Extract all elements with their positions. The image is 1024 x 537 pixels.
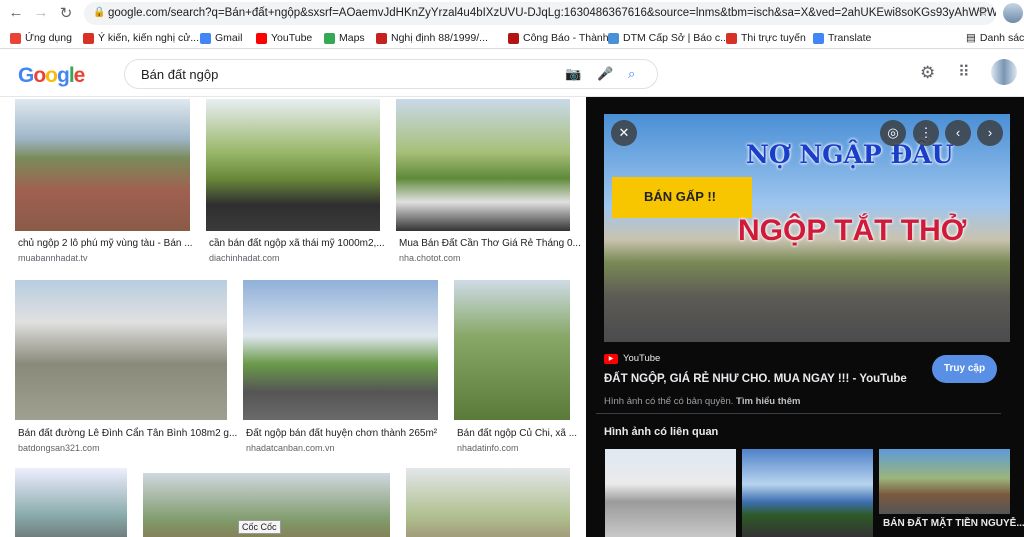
result-source[interactable]: nha.chotot.com: [399, 253, 461, 263]
related-heading: Hình ảnh có liên quan: [604, 426, 719, 438]
result-source[interactable]: nhadatcanban.com.vn: [246, 443, 335, 453]
back-icon[interactable]: ←: [7, 4, 25, 21]
google-logo[interactable]: Google: [18, 64, 85, 88]
result-caption[interactable]: Mua Bán Đất Cần Thơ Giá Rẻ Tháng 0...: [399, 238, 581, 249]
reload-icon[interactable]: ↻: [57, 4, 75, 22]
youtube-icon: [256, 32, 267, 44]
preview-panel: BÁN GẤP !! NỢ NGẬP ĐẦU NGỘP TẮT THỞ ✕ ◎ …: [586, 97, 1024, 537]
reading-list-label: Danh sách: [979, 32, 1024, 44]
related-image[interactable]: [605, 449, 736, 537]
bookmark-label: YouTube: [271, 32, 313, 44]
preview-title[interactable]: ĐẤT NGỘP, GIÁ RẺ NHƯ CHO. MUA NGAY !!! -…: [604, 373, 907, 385]
bookmark-item[interactable]: Nghị định 88/1999/...: [376, 32, 488, 44]
result-caption[interactable]: Bán đất ngộp Củ Chi, xã ...: [457, 428, 577, 439]
bookmark-item[interactable]: Translate: [813, 32, 871, 44]
result-image[interactable]: [243, 280, 438, 420]
overlay-badge: BÁN GẤP !!: [612, 177, 752, 218]
translate-icon: [813, 32, 824, 44]
tooltip: Cốc Cốc: [238, 520, 281, 534]
bookmark-item[interactable]: Gmail: [200, 32, 242, 44]
site-icon: [508, 32, 519, 44]
search-box[interactable]: Bán đất ngộp 📷 🎤 ⌕: [124, 59, 658, 89]
result-caption[interactable]: cần bán đất ngộp xã thái mỹ 1000m2,...: [209, 238, 385, 249]
apps-grid-icon[interactable]: ⠿: [958, 62, 970, 82]
bookmark-item[interactable]: Ứng dụng: [10, 32, 72, 44]
microphone-icon[interactable]: 🎤: [597, 66, 613, 82]
preview-image[interactable]: BÁN GẤP !! NỢ NGẬP ĐẦU NGỘP TẮT THỞ ✕ ◎ …: [604, 114, 1010, 342]
chevron-right-icon[interactable]: ›: [977, 120, 1003, 146]
result-source[interactable]: batdongsan321.com: [18, 443, 100, 453]
bookmark-item[interactable]: Công Báo - Thành...: [508, 32, 617, 44]
result-image[interactable]: [15, 280, 227, 420]
result-caption[interactable]: Đất ngộp bán đất huyện chơn thành 265m²: [246, 428, 437, 439]
related-image[interactable]: [742, 449, 873, 537]
result-source[interactable]: diachinhadat.com: [209, 253, 280, 263]
site-icon: [376, 32, 387, 44]
bookmark-label: Nghị định 88/1999/...: [391, 32, 488, 44]
learn-more-link[interactable]: Tìm hiểu thêm: [736, 396, 800, 407]
forward-icon[interactable]: →: [32, 4, 50, 21]
account-avatar[interactable]: [991, 59, 1017, 85]
visit-button[interactable]: Truy cập: [932, 355, 997, 383]
url-text: google.com/search?q=Bán+đất+ngộp&sxsrf=A…: [108, 7, 996, 19]
source-site[interactable]: ▶ YouTube: [604, 353, 660, 364]
bookmark-item[interactable]: Maps: [324, 32, 365, 44]
reading-list[interactable]: ▤Danh sách: [966, 32, 1024, 44]
copyright-notice: Hình ảnh có thể có bản quyền. Tìm hiểu t…: [604, 396, 800, 407]
divider: [596, 413, 1001, 414]
bookmark-label: DTM Cấp Sở | Báo c...: [623, 32, 729, 44]
overlay-text-bottom: NGỘP TẮT THỞ: [738, 214, 967, 247]
chevron-left-icon[interactable]: ‹: [945, 120, 971, 146]
copyright-text: Hình ảnh có thể có bản quyền.: [604, 396, 734, 407]
bookmark-label: Translate: [828, 32, 872, 44]
google-header: Google Bán đất ngộp 📷 🎤 ⌕ ⚙ ⠿: [0, 50, 1024, 96]
lens-icon[interactable]: ◎: [880, 120, 906, 146]
profile-avatar[interactable]: [1003, 3, 1023, 23]
result-image[interactable]: [454, 280, 570, 420]
star-icon[interactable]: ☆: [974, 4, 992, 20]
site-name: YouTube: [623, 353, 661, 364]
emblem-icon: [726, 32, 737, 44]
more-vert-icon[interactable]: ⋮: [913, 120, 939, 146]
result-image[interactable]: [15, 468, 127, 537]
result-source[interactable]: muabannhadat.tv: [18, 253, 88, 263]
result-image[interactable]: [15, 99, 190, 231]
emblem-icon: [83, 32, 94, 44]
doc-icon: [608, 32, 619, 44]
camera-icon[interactable]: 📷: [565, 66, 581, 82]
reading-list-icon: ▤: [966, 32, 976, 44]
bookmark-item[interactable]: Ý kiến, kiến nghị cử...: [83, 32, 199, 44]
bookmark-item[interactable]: Thi trực tuyến: [726, 32, 806, 44]
search-input[interactable]: Bán đất ngộp: [141, 67, 218, 82]
result-image[interactable]: [206, 99, 380, 231]
google-icon: [200, 32, 211, 44]
lock-icon: 🔒: [93, 7, 106, 18]
bookmark-item[interactable]: DTM Cấp Sở | Báo c...: [608, 32, 729, 44]
close-icon[interactable]: ✕: [611, 120, 637, 146]
bookmark-label: Maps: [339, 32, 365, 44]
browser-toolbar: ← → ↻ 🔒 google.com/search?q=Bán+đất+ngộp&…: [0, 0, 1024, 27]
image-results: chủ ngộp 2 lô phú mỹ vùng tàu - Bán ... m…: [0, 97, 586, 537]
apps-icon: [10, 32, 21, 44]
result-image[interactable]: [406, 468, 570, 537]
bookmarks-bar: Ứng dụng Ý kiến, kiến nghị cử... Gmail YouT…: [0, 27, 1024, 49]
search-icon[interactable]: ⌕: [628, 66, 635, 82]
result-caption[interactable]: chủ ngộp 2 lô phú mỹ vùng tàu - Bán ...: [18, 238, 193, 249]
result-caption[interactable]: Bán đất đường Lê Đình Cẩn Tân Bình 108m2…: [18, 428, 237, 439]
result-source[interactable]: nhadatinfo.com: [457, 443, 519, 453]
bookmark-label: Thi trực tuyến: [741, 32, 806, 44]
related-image[interactable]: [879, 449, 1010, 514]
result-image[interactable]: [396, 99, 570, 231]
bookmark-label: Gmail: [215, 32, 243, 44]
bookmark-label: Ứng dụng: [25, 32, 72, 44]
address-bar[interactable]: 🔒 google.com/search?q=Bán+đất+ngộp&sxsrf=…: [84, 2, 996, 25]
related-caption[interactable]: BÁN ĐẤT MẶT TIỀN NGUYỄ...: [883, 518, 1024, 529]
maps-icon: [324, 32, 335, 44]
bookmark-item[interactable]: YouTube: [256, 32, 312, 44]
bookmark-label: Ý kiến, kiến nghị cử...: [98, 32, 199, 44]
settings-gear-icon[interactable]: ⚙: [920, 63, 935, 83]
bookmark-label: Công Báo - Thành...: [523, 32, 618, 44]
youtube-icon: ▶: [604, 353, 618, 364]
